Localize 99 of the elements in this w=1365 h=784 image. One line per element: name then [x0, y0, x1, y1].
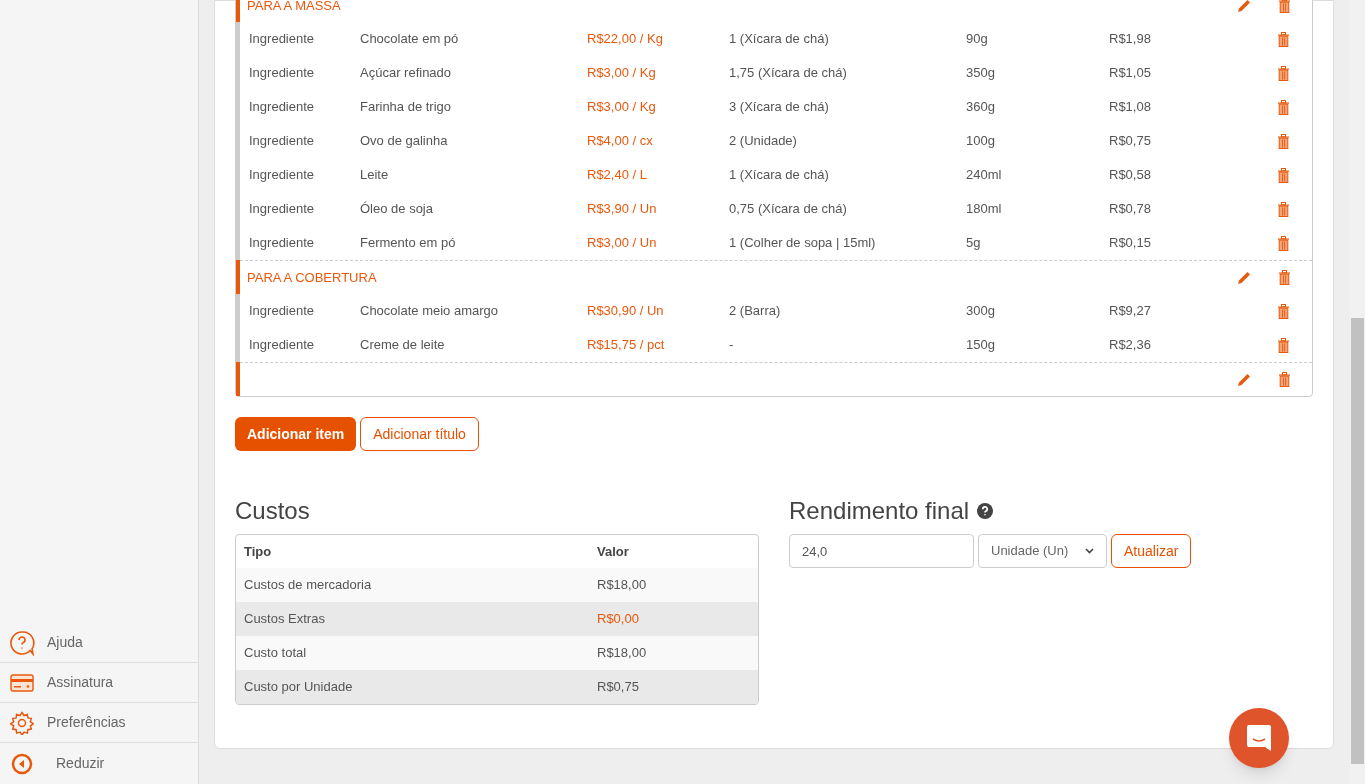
- update-button[interactable]: Atualizar: [1111, 534, 1192, 568]
- table-cell-text: Ingrediente: [248, 234, 316, 253]
- table-cell-text: R$2,36: [1109, 336, 1152, 355]
- table-cell-text: Ingrediente: [248, 200, 316, 219]
- table-cell-text: 5g: [966, 234, 982, 253]
- table-cell-text: 0,75 (Xícara de chá): [729, 200, 848, 219]
- collapse-icon: [11, 752, 33, 775]
- column-header: Valor: [597, 542, 629, 561]
- table-cell-text: 2 (Barra): [729, 302, 782, 321]
- chevron-down-icon: [1085, 548, 1094, 554]
- table-cell-text: R$18,00: [597, 576, 647, 595]
- table-cell-text: 3 (Xícara de chá): [729, 98, 830, 117]
- table-cell-text: 350g: [966, 64, 996, 83]
- table-cell-text: Leite: [360, 166, 390, 185]
- value-link[interactable]: R$0,00: [597, 609, 639, 629]
- table-cell-text: Custo por Unidade: [243, 678, 354, 697]
- table-cell-text: R$3,00 / Kg: [587, 64, 657, 83]
- trash-icon[interactable]: [1277, 133, 1290, 149]
- table-cell-text: R$4,00 / cx: [587, 132, 654, 151]
- table-cell-text: R$15,75 / pct: [587, 336, 666, 355]
- costs-heading: Custos: [235, 499, 311, 523]
- add-item-button[interactable]: Adicionar item: [235, 417, 357, 451]
- table-cell-text: 1 (Xícara de chá): [729, 166, 830, 185]
- table-cell-text: Chocolate meio amargo: [360, 302, 500, 321]
- table-cell-text: 1 (Colher de sopa | 15ml): [729, 234, 877, 253]
- sidebar-item[interactable]: Assinatura: [0, 663, 198, 703]
- table-cell-text: Ovo de galinha: [360, 132, 449, 151]
- trash-icon[interactable]: [1277, 201, 1290, 217]
- pencil-icon[interactable]: [1237, 0, 1252, 13]
- table-cell-text: Ingrediente: [248, 132, 316, 151]
- section-title: PARA A COBERTURA: [246, 268, 378, 287]
- trash-icon[interactable]: [1277, 0, 1291, 13]
- table-cell-text: 240ml: [966, 166, 1003, 185]
- table-cell-text: Ingrediente: [248, 166, 316, 185]
- table-cell-text: 1,75 (Xícara de chá): [729, 64, 848, 83]
- table-cell-text: 100g: [966, 132, 996, 151]
- trash-icon[interactable]: [1277, 65, 1290, 81]
- yield-heading: Rendimento final: [789, 499, 970, 523]
- table-cell-text: R$0,75: [597, 678, 639, 697]
- chat-icon: [1246, 724, 1272, 752]
- table-cell-text: R$1,08: [1109, 98, 1152, 117]
- table-cell-text: R$3,00 / Un: [587, 234, 658, 253]
- table-cell-text: -: [729, 336, 735, 355]
- table-cell-text: Chocolate em pó: [360, 30, 460, 49]
- table-cell-text: 90g: [966, 30, 989, 49]
- table-cell-text: R$18,00: [597, 644, 647, 663]
- trash-icon[interactable]: [1277, 372, 1291, 387]
- trash-icon[interactable]: [1277, 303, 1290, 319]
- table-cell-text: R$3,00 / Kg: [587, 98, 657, 117]
- table-cell-text: R$0,58: [1109, 166, 1152, 185]
- trash-icon[interactable]: [1277, 270, 1291, 285]
- table-cell-text: R$0,15: [1109, 234, 1152, 253]
- table-cell-text: Ingrediente: [248, 302, 316, 321]
- table-cell-text: 150g: [966, 336, 996, 355]
- credit-card-icon: [10, 673, 34, 692]
- table-cell-text: 300g: [966, 302, 996, 321]
- table-cell-text: Creme de leite: [360, 336, 446, 355]
- table-cell-text: Custo total: [243, 644, 308, 663]
- table-cell-text: Óleo de soja: [360, 200, 434, 219]
- pencil-icon[interactable]: [1237, 270, 1252, 285]
- help-icon[interactable]: [977, 503, 994, 519]
- table-cell-text: R$3,90 / Un: [587, 200, 658, 219]
- table-cell-text: 1 (Xícara de chá): [729, 30, 830, 49]
- table-cell-text: 2 (Unidade): [729, 132, 798, 151]
- help-icon: [9, 629, 35, 656]
- table-cell-text: Farinha de trigo: [360, 98, 453, 117]
- column-header: Tipo: [243, 542, 273, 561]
- trash-icon[interactable]: [1277, 167, 1290, 183]
- section-title: PARA A MASSA: [246, 0, 342, 15]
- table-cell-text: R$30,90 / Un: [587, 302, 665, 321]
- pencil-icon[interactable]: [1237, 372, 1252, 387]
- table-cell-text: Ingrediente: [248, 64, 316, 83]
- add-title-button[interactable]: Adicionar título: [360, 417, 479, 451]
- sidebar-item[interactable]: Preferências: [0, 703, 198, 743]
- table-cell-text: R$0,78: [1109, 200, 1152, 219]
- table-cell-text: Ingrediente: [248, 98, 316, 117]
- table-cell-text: 180ml: [966, 200, 1003, 219]
- sidebar-item[interactable]: Reduzir: [0, 743, 198, 784]
- table-cell-text: Custos Extras: [243, 610, 326, 629]
- table-cell-text: R$22,00 / Kg: [587, 30, 664, 49]
- table-cell-text: Ingrediente: [248, 30, 316, 49]
- table-cell-text: R$1,05: [1109, 64, 1152, 83]
- table-cell-text: R$0,75: [1109, 132, 1152, 151]
- trash-icon[interactable]: [1277, 99, 1290, 115]
- table-cell-text: Custos de mercadoria: [243, 576, 373, 595]
- yield-input[interactable]: 24,0: [789, 534, 974, 568]
- table-cell-text: 360g: [966, 98, 996, 117]
- table-cell-text: R$2,40 / L: [587, 166, 648, 185]
- sidebar-item[interactable]: Ajuda: [0, 623, 198, 663]
- trash-icon[interactable]: [1277, 31, 1290, 47]
- table-cell-text: Ingrediente: [248, 336, 316, 355]
- table-cell-text: Açúcar refinado: [360, 64, 453, 83]
- table-cell-text: R$9,27: [1109, 302, 1152, 321]
- trash-icon[interactable]: [1277, 235, 1290, 251]
- table-cell-text: Fermento em pó: [360, 234, 457, 253]
- settings-icon: [10, 710, 34, 735]
- trash-icon[interactable]: [1277, 337, 1290, 353]
- unit-select[interactable]: Unidade (Un): [978, 534, 1107, 568]
- table-cell-text: R$1,98: [1109, 30, 1152, 49]
